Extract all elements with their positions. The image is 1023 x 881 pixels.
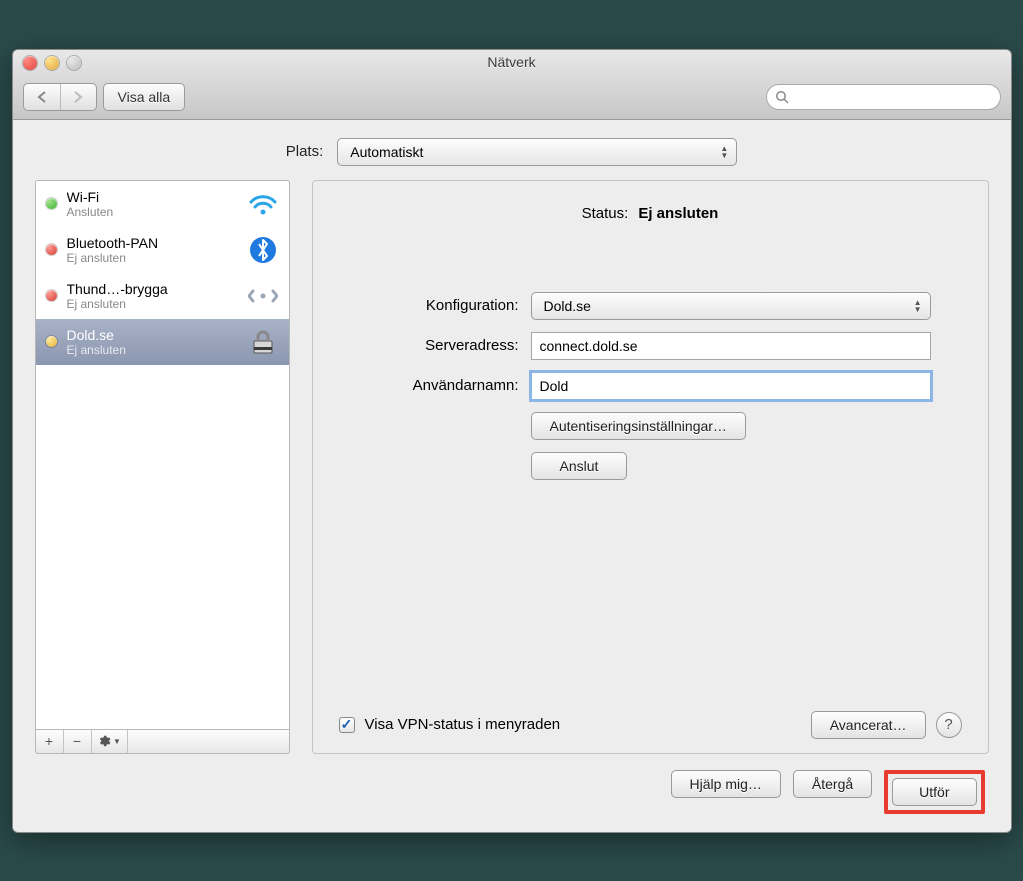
service-name: Dold.se — [67, 327, 237, 343]
status-dot-icon — [46, 244, 57, 255]
service-item-doldse[interactable]: Dold.se Ej ansluten — [36, 319, 289, 365]
apply-button[interactable]: Utför — [892, 778, 976, 806]
config-label: Konfiguration: — [339, 297, 519, 314]
advanced-label: Avancerat… — [830, 717, 907, 733]
service-actions: + − ▼ — [35, 730, 290, 754]
chevron-updown-icon: ▲▼ — [720, 145, 728, 159]
service-list[interactable]: Wi-Fi Ansluten — [35, 180, 290, 730]
help-me-label: Hjälp mig… — [690, 776, 762, 792]
question-icon: ? — [944, 716, 952, 733]
search-field[interactable] — [766, 84, 1001, 110]
revert-label: Återgå — [812, 776, 853, 792]
revert-button[interactable]: Återgå — [793, 770, 872, 798]
config-select[interactable]: Dold.se ▲▼ — [531, 292, 931, 320]
content: Plats: Automatiskt ▲▼ Wi-Fi Ansluten — [13, 120, 1011, 832]
nav-group — [23, 83, 97, 111]
connect-button[interactable]: Anslut — [531, 452, 628, 480]
show-all-label: Visa alla — [118, 89, 171, 105]
status-dot-icon — [46, 336, 57, 347]
service-options-button[interactable]: ▼ — [92, 730, 128, 753]
config-row: Konfiguration: Dold.se ▲▼ — [339, 292, 962, 320]
sidebar: Wi-Fi Ansluten — [35, 180, 290, 754]
location-row: Plats: Automatiskt ▲▼ — [35, 138, 989, 166]
auth-row: Autentiseringsinställningar… — [339, 412, 962, 440]
server-label: Serveradress: — [339, 337, 519, 354]
detail-pane: Status: Ej ansluten Konfiguration: Dold.… — [312, 180, 989, 754]
status-label: Status: — [582, 205, 629, 222]
help-button[interactable]: ? — [936, 712, 962, 738]
location-select[interactable]: Automatiskt ▲▼ — [337, 138, 737, 166]
apply-label: Utför — [919, 784, 949, 800]
forward-button[interactable] — [60, 84, 96, 110]
network-prefs-window: Nätverk Visa alla Plats — [12, 49, 1012, 833]
username-field[interactable] — [531, 372, 931, 400]
show-vpn-label: Visa VPN-status i menyraden — [365, 716, 561, 733]
show-all-button[interactable]: Visa alla — [103, 83, 186, 111]
show-vpn-checkbox[interactable]: ✓ — [339, 717, 355, 733]
location-value: Automatiskt — [350, 144, 423, 160]
chevron-down-icon: ▼ — [113, 737, 121, 746]
gear-icon — [97, 734, 111, 748]
titlebar: Nätverk Visa alla — [13, 50, 1011, 120]
connect-row: Anslut — [339, 452, 962, 480]
server-row: Serveradress: — [339, 332, 962, 360]
status-dot-icon — [46, 290, 57, 301]
service-status: Ansluten — [67, 205, 237, 219]
location-label: Plats: — [286, 143, 324, 160]
service-status: Ej ansluten — [67, 343, 237, 357]
config-value: Dold.se — [544, 298, 591, 314]
status-value: Ej ansluten — [638, 205, 718, 222]
back-button[interactable] — [24, 84, 60, 110]
vpn-lock-icon — [247, 328, 279, 356]
window-title: Nätverk — [13, 54, 1011, 70]
status-dot-icon — [46, 198, 57, 209]
username-row: Användarnamn: — [339, 372, 962, 400]
username-label: Användarnamn: — [339, 377, 519, 394]
service-item-thunderbolt-bridge[interactable]: Thund…-brygga Ej ansluten — [36, 273, 289, 319]
service-name: Bluetooth-PAN — [67, 235, 237, 251]
service-status: Ej ansluten — [67, 297, 237, 311]
wifi-icon — [247, 190, 279, 218]
search-icon — [775, 90, 789, 104]
service-name: Thund…-brygga — [67, 281, 237, 297]
toolbar: Visa alla — [23, 83, 1001, 111]
auth-settings-label: Autentiseringsinställningar… — [550, 418, 727, 434]
bridge-icon — [247, 282, 279, 310]
footer-buttons: Hjälp mig… Återgå Utför — [35, 754, 989, 814]
bluetooth-icon — [247, 236, 279, 264]
detail-bottom: ✓ Visa VPN-status i menyraden Avancerat…… — [339, 711, 962, 739]
help-me-button[interactable]: Hjälp mig… — [671, 770, 781, 798]
server-address-field[interactable] — [531, 332, 931, 360]
advanced-button[interactable]: Avancerat… — [811, 711, 926, 739]
chevron-updown-icon: ▲▼ — [914, 299, 922, 313]
service-name: Wi-Fi — [67, 189, 237, 205]
add-service-button[interactable]: + — [36, 730, 64, 753]
remove-service-button[interactable]: − — [64, 730, 92, 753]
status-row: Status: Ej ansluten — [339, 205, 962, 222]
connect-label: Anslut — [560, 458, 599, 474]
service-item-bluetooth[interactable]: Bluetooth-PAN Ej ansluten — [36, 227, 289, 273]
service-item-wifi[interactable]: Wi-Fi Ansluten — [36, 181, 289, 227]
apply-highlight: Utför — [884, 770, 984, 814]
service-status: Ej ansluten — [67, 251, 237, 265]
auth-settings-button[interactable]: Autentiseringsinställningar… — [531, 412, 746, 440]
columns: Wi-Fi Ansluten — [35, 180, 989, 754]
